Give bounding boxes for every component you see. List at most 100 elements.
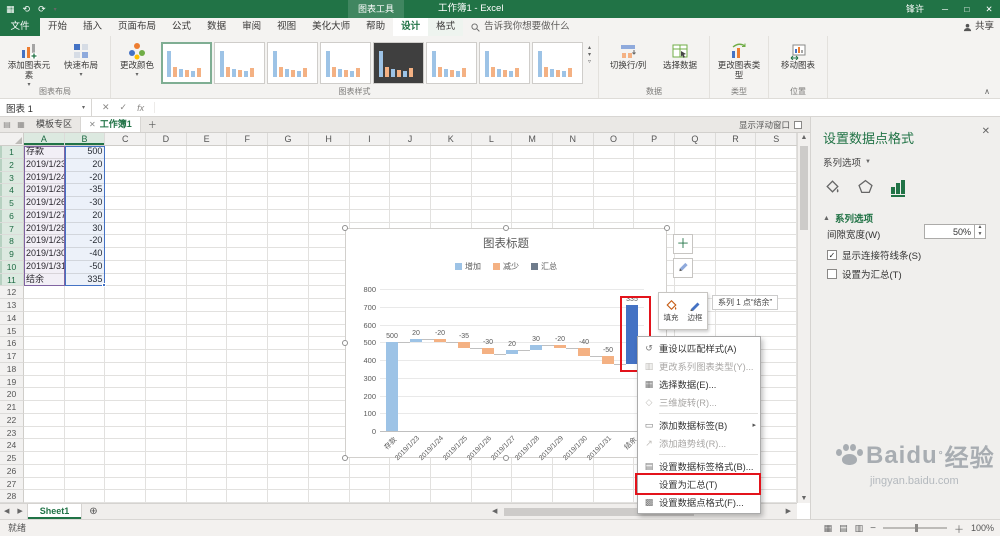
zoom-slider[interactable]	[882, 524, 947, 532]
row-header-5[interactable]: 5	[0, 197, 24, 210]
select-data-button[interactable]: 选择数据	[655, 38, 705, 71]
cell-C8[interactable]	[105, 235, 147, 248]
cell-B4[interactable]: -35	[64, 184, 106, 197]
column-header-A[interactable]: A	[24, 133, 65, 145]
cell-C4[interactable]	[105, 184, 147, 197]
cell-H22[interactable]	[308, 413, 350, 427]
cell-J26[interactable]	[390, 464, 431, 478]
cell-S11[interactable]	[756, 273, 797, 287]
cell-B8[interactable]: -20	[64, 235, 106, 248]
connector-checkbox[interactable]: ✓	[827, 250, 837, 260]
column-header-I[interactable]: I	[350, 133, 391, 145]
gallery-up-icon[interactable]: ▴	[588, 44, 591, 51]
name-box[interactable]: 图表 1 ▾	[0, 99, 92, 116]
cell-P5[interactable]	[634, 197, 675, 210]
redo-icon[interactable]: ⟳	[38, 4, 46, 15]
cell-P4[interactable]	[634, 184, 675, 197]
cell-P1[interactable]	[634, 146, 675, 159]
cell-G16[interactable]	[268, 337, 309, 350]
cell-I1[interactable]	[349, 146, 391, 159]
cell-R8[interactable]	[715, 235, 757, 248]
cell-E27[interactable]	[186, 477, 228, 491]
cell-S25[interactable]	[756, 452, 797, 465]
cell-H4[interactable]	[308, 184, 350, 197]
column-header-L[interactable]: L	[472, 133, 513, 145]
cell-F14[interactable]	[227, 311, 269, 325]
cell-A14[interactable]	[24, 311, 65, 325]
cell-A18[interactable]	[24, 362, 65, 376]
cell-J5[interactable]	[390, 197, 431, 210]
series-options-section-header[interactable]: ▲ 系列选项	[823, 211, 873, 225]
cell-G15[interactable]	[268, 324, 309, 338]
zoom-level[interactable]: 100%	[971, 523, 994, 533]
cell-B2[interactable]: 20	[64, 158, 106, 172]
cell-G11[interactable]	[268, 273, 309, 287]
cell-K4[interactable]	[430, 184, 472, 197]
tab-file[interactable]: 文件	[0, 18, 40, 36]
cell-K6[interactable]	[430, 209, 472, 223]
cell-E4[interactable]	[186, 184, 228, 197]
cell-L3[interactable]	[471, 171, 513, 185]
page-layout-view-icon[interactable]: ▤	[839, 523, 848, 534]
cell-F18[interactable]	[227, 362, 269, 376]
cell-H15[interactable]	[308, 324, 350, 338]
column-header-O[interactable]: O	[594, 133, 635, 145]
cell-D20[interactable]	[146, 388, 187, 401]
cell-D6[interactable]	[146, 209, 187, 223]
cell-E19[interactable]	[186, 375, 228, 389]
cell-E9[interactable]	[186, 248, 228, 261]
row-header-6[interactable]: 6	[0, 209, 24, 223]
cell-E6[interactable]	[186, 209, 228, 223]
cell-J3[interactable]	[390, 171, 431, 185]
gallery-more-icon[interactable]: ▿	[588, 58, 591, 65]
cell-F8[interactable]	[227, 235, 269, 248]
cell-O1[interactable]	[593, 146, 635, 159]
cell-F2[interactable]	[227, 158, 269, 172]
chart-bar-存款[interactable]	[386, 342, 398, 431]
cell-A9[interactable]: 2019/1/30	[24, 248, 65, 261]
row-header-7[interactable]: 7	[0, 222, 24, 236]
cell-E14[interactable]	[186, 311, 228, 325]
cell-D25[interactable]	[146, 452, 187, 465]
cell-A13[interactable]	[24, 299, 65, 312]
cell-P3[interactable]	[634, 171, 675, 185]
cell-C18[interactable]	[105, 362, 147, 376]
row-header-1[interactable]: 1	[0, 146, 24, 159]
cell-E16[interactable]	[186, 337, 228, 350]
cell-B11[interactable]: 335	[64, 273, 106, 287]
chart-style-1[interactable]	[161, 42, 212, 84]
cell-C19[interactable]	[105, 375, 147, 389]
chart-handle[interactable]	[503, 225, 509, 231]
cell-B15[interactable]	[64, 324, 106, 338]
row-header-18[interactable]: 18	[0, 362, 24, 376]
cell-F9[interactable]	[227, 248, 269, 261]
cell-A5[interactable]: 2019/1/26	[24, 197, 65, 210]
chart-title[interactable]: 图表标题	[346, 235, 666, 251]
cell-A21[interactable]	[24, 401, 65, 414]
cell-L4[interactable]	[471, 184, 513, 197]
cell-J27[interactable]	[390, 477, 431, 491]
change-chart-type-button[interactable]: 更改图表类型	[714, 38, 764, 81]
spinner-down-icon[interactable]: ▼	[975, 231, 985, 239]
cell-H18[interactable]	[308, 362, 350, 376]
cell-D12[interactable]	[146, 286, 187, 299]
border-button[interactable]: 边框	[683, 293, 707, 329]
cell-N5[interactable]	[552, 197, 594, 210]
chart[interactable]: 图表标题 增加 减少 汇总 0 100 200 300 400 500 600 700 800 500…	[342, 225, 670, 462]
menu-item-5[interactable]: ▭ 添加数据标签(B) ▸	[638, 416, 760, 434]
normal-view-icon[interactable]: ▦	[824, 523, 833, 534]
cell-A20[interactable]	[24, 388, 65, 401]
column-header-H[interactable]: H	[309, 133, 350, 145]
cell-C26[interactable]	[105, 464, 147, 478]
column-header-N[interactable]: N	[553, 133, 594, 145]
cell-D14[interactable]	[146, 311, 187, 325]
cell-B24[interactable]	[64, 439, 106, 452]
cell-O26[interactable]	[593, 464, 635, 478]
cell-N26[interactable]	[552, 464, 594, 478]
row-header-3[interactable]: 3	[0, 171, 24, 185]
chart-style-8[interactable]	[532, 42, 583, 84]
cell-I26[interactable]	[349, 464, 391, 478]
share-button[interactable]: 共享	[963, 18, 994, 36]
menu-item-9[interactable]: ▩ 设置数据点格式(F)...	[638, 493, 760, 511]
fill-button[interactable]: 填充	[659, 293, 683, 329]
